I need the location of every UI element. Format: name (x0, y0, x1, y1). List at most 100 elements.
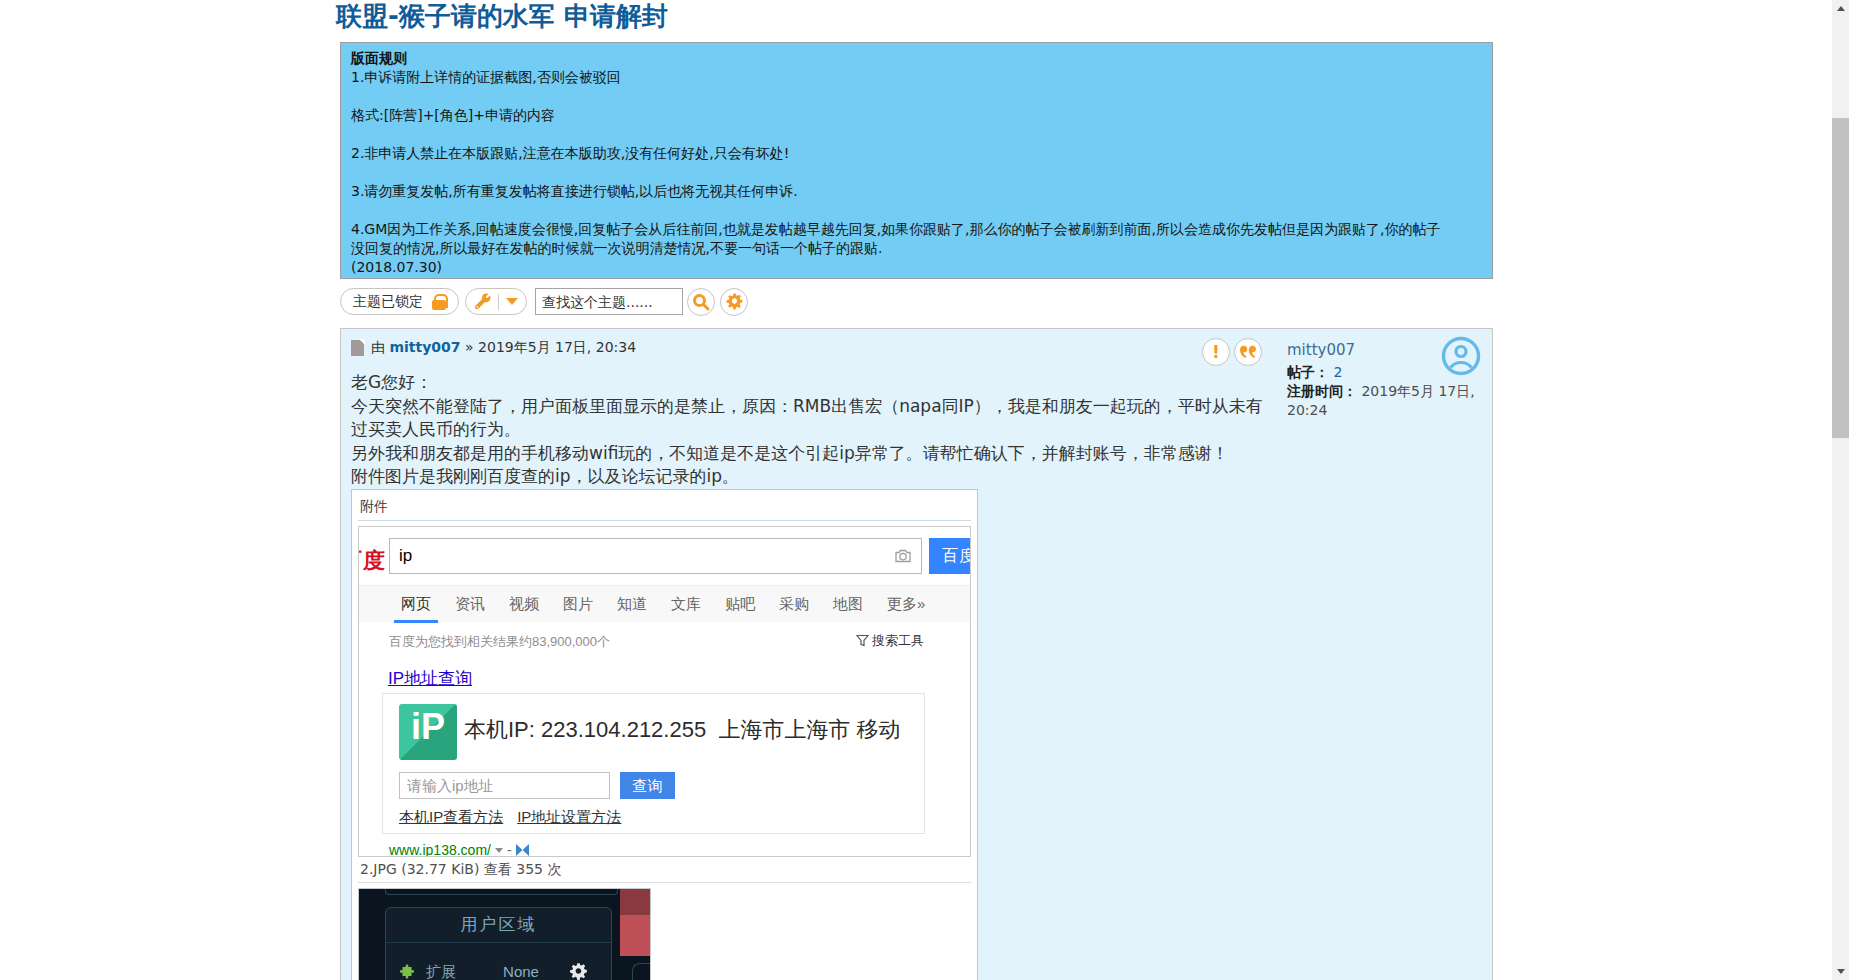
game-user-panel: 用户区域 扩展 None (385, 907, 612, 980)
search-settings-button[interactable] (720, 288, 748, 316)
scrollbar-thumb[interactable] (1832, 118, 1849, 438)
attachment-caption: 2.JPG (32.77 KiB) 查看 355 次 (358, 857, 971, 882)
avatar-icon[interactable] (1441, 336, 1481, 376)
post-author-link[interactable]: mitty007 (389, 339, 460, 355)
url-dropdown-icon (495, 848, 503, 853)
game-ext-value: None (486, 963, 556, 980)
ip-headline: 本机IP: 223.104.212.255 上海市上海市 移动 (464, 715, 901, 745)
attachments-label: 附件 (358, 496, 971, 521)
baidu-results-count: 百度为您找到相关结果约83,900,000个 (389, 633, 610, 651)
exclamation-icon: ! (1212, 344, 1220, 361)
baidu-snapshot-icon (516, 844, 529, 856)
wrench-icon (474, 293, 491, 310)
profile-posts-label: 帖子： (1287, 364, 1329, 380)
post-author-row: 由 mitty007 » 2019年5月 17日, 20:34 (351, 339, 636, 357)
post-file-icon (351, 340, 364, 356)
baidu-tab: 地图 (833, 586, 863, 622)
scrollbar-up-icon (1837, 6, 1845, 11)
search-icon (692, 293, 710, 311)
game-gear-icon (570, 962, 588, 980)
search-topic-input[interactable] (535, 288, 683, 315)
ip-logo-text: iP (399, 706, 457, 748)
rules-text: 1.申诉请附上详情的证据截图,否则会被驳回 格式:[阵营]+[角色]+申请的内容… (351, 68, 1482, 277)
quote-icon (1240, 345, 1256, 359)
url-dash: - (507, 842, 512, 857)
rules-title: 版面规则 (351, 49, 1482, 68)
post-header: 由 mitty007 » 2019年5月 17日, 20:34 ! (351, 337, 1271, 363)
quote-post-button[interactable] (1234, 338, 1262, 366)
page-title: 联盟-猴子请的水军 申请解封 (336, 0, 1493, 33)
ip138-logo: iP (399, 704, 457, 760)
ip-lookup-input (399, 772, 610, 799)
lock-icon (432, 294, 446, 310)
search-button[interactable] (687, 288, 715, 316)
game-panel-title: 用户区域 (386, 915, 611, 935)
ip-card-links: 本机IP查看方法 IP地址设置方法 (399, 808, 635, 827)
baidu-tab: 视频 (509, 586, 539, 622)
chevron-down-icon (506, 298, 518, 305)
baidu-tab: 资讯 (455, 586, 485, 622)
attachment-separator (358, 882, 971, 883)
baidu-result-link: IP地址查询 (388, 667, 472, 690)
baidu-search-tools-label: 搜索工具 (872, 632, 924, 650)
topic-locked-label: 主题已锁定 (353, 293, 423, 311)
baidu-tab: 文库 (671, 586, 701, 622)
gear-icon (726, 293, 743, 310)
profile-joined-label: 注册时间： (1287, 383, 1357, 399)
baidu-query-text: ip (399, 546, 412, 566)
camera-icon (894, 548, 912, 564)
baidu-tab: 贴吧 (725, 586, 755, 622)
post-date: 2019年5月 17日, 20:34 (478, 339, 636, 355)
baidu-result-url: www.ip138.com/ - (389, 842, 529, 857)
baidu-search-box: ip (389, 538, 922, 574)
post-author-line: 由 mitty007 » 2019年5月 17日, 20:34 (371, 339, 636, 357)
baidu-tabs: 网页资讯视频图片知道文库贴吧采购地图更多» (359, 585, 970, 622)
page: 联盟-猴子请的水军 申请解封 版面规则 1.申诉请附上详情的证据截图,否则会被驳… (340, 0, 1493, 980)
topic-toolbar: 主题已锁定 (340, 288, 1493, 315)
post-action-buttons: ! (1202, 338, 1262, 366)
game-ext-label: 扩展 (426, 963, 456, 980)
topic-tools-button[interactable] (465, 288, 527, 315)
tools-divider (498, 294, 499, 310)
forum-rules-box: 版面规则 1.申诉请附上详情的证据截图,否则会被驳回 格式:[阵营]+[角色]+… (340, 42, 1493, 279)
profile-username-link[interactable]: mitty007 (1287, 341, 1355, 359)
game-clipped-panel (385, 888, 618, 895)
ip-view-method-link: 本机IP查看方法 (399, 808, 503, 825)
baidu-tab: 采购 (779, 586, 809, 622)
game-panel-corner (632, 963, 651, 980)
post-content: 老G您好： 今天突然不能登陆了，用户面板里面显示的是禁止，原因：RMB出售宏（n… (351, 371, 1271, 489)
attachment-image-baidu[interactable]: 百度 ip 百度一下 网页资讯视频图片知道文库贴吧采购地图更多» 百度为您找到相… (358, 526, 971, 857)
game-healthbar (620, 915, 651, 956)
game-panel-divider (386, 942, 611, 943)
baidu-tab: 更多» (887, 586, 925, 622)
author-prefix: 由 (371, 339, 385, 355)
ip-set-method-link: IP地址设置方法 (517, 808, 621, 825)
profile-joined-row: 注册时间： 2019年5月 17日, 20:24 (1287, 382, 1482, 420)
ip-lookup-card: iP 本机IP: 223.104.212.255 上海市上海市 移动 查询 本机… (382, 693, 925, 834)
profile-posts-count[interactable]: 2 (1333, 364, 1342, 380)
game-extension-row: 扩展 None (386, 962, 611, 980)
topic-locked-button[interactable]: 主题已锁定 (340, 288, 459, 315)
page-scrollbar[interactable] (1832, 0, 1849, 980)
funnel-icon (856, 634, 869, 647)
baidu-submit-button: 百度一下 (929, 538, 971, 574)
attachment-image-game[interactable]: 用户区域 扩展 None (358, 888, 651, 980)
post-panel: 由 mitty007 » 2019年5月 17日, 20:34 ! 老G您好： … (340, 328, 1493, 980)
baidu-tab: 图片 (563, 586, 593, 622)
ip-query-button: 查询 (620, 772, 675, 799)
baidu-tab: 网页 (394, 586, 438, 623)
author-date-separator: » (465, 339, 474, 355)
baidu-tab: 知道 (617, 586, 647, 622)
game-healthbar-top (620, 889, 651, 915)
baidu-search-tools: 搜索工具 (856, 632, 924, 650)
post-body: 由 mitty007 » 2019年5月 17日, 20:34 ! 老G您好： … (351, 337, 1271, 980)
scrollbar-down-arrow[interactable] (1832, 963, 1849, 980)
baidu-logo: 百度 (358, 546, 386, 576)
attachments-box: 附件 百度 ip 百度一下 网页资讯视频图片知道文库贴吧采购地图更多» 百度为您… (351, 489, 978, 980)
scrollbar-down-icon (1837, 969, 1845, 974)
puzzle-icon (400, 963, 417, 980)
baidu-site-url-text: www.ip138.com/ (389, 842, 491, 857)
scrollbar-up-arrow[interactable] (1832, 0, 1849, 17)
post-profile: mitty007 帖子： 2 注册时间： 2019年5月 17日, 20:24 (1287, 339, 1482, 420)
report-post-button[interactable]: ! (1202, 338, 1230, 366)
